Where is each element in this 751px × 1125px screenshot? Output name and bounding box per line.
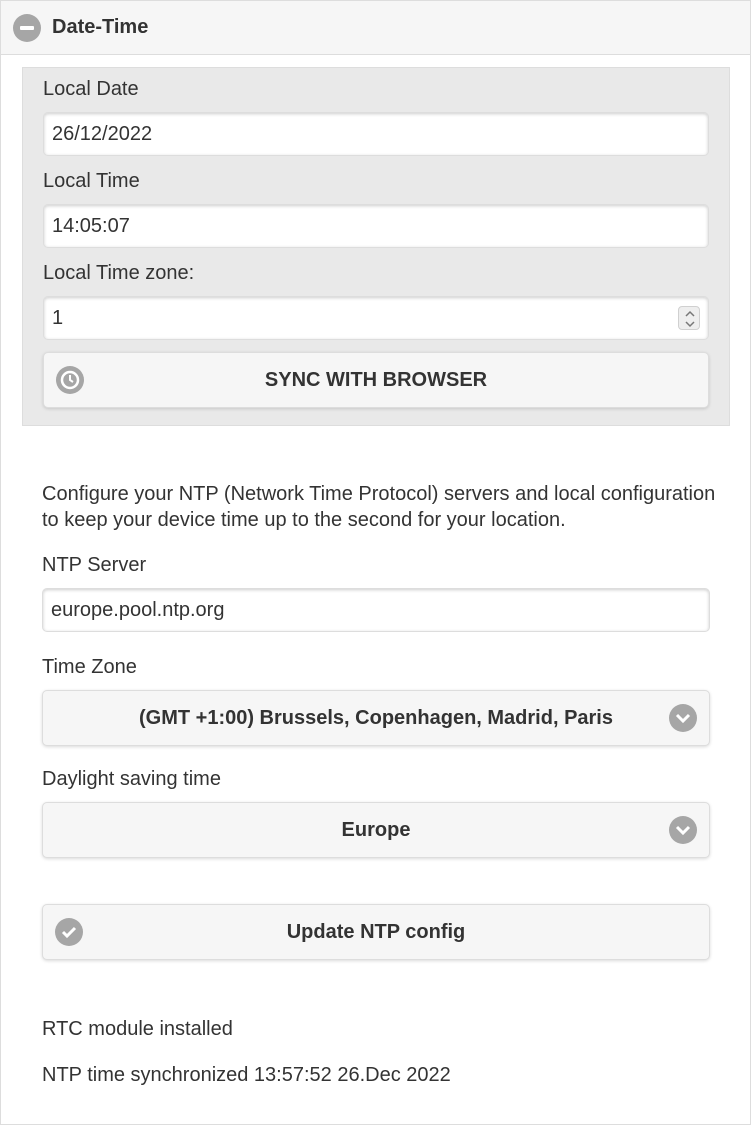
rtc-status: RTC module installed [42, 1018, 233, 1040]
minus-circle-icon[interactable] [13, 14, 41, 42]
local-date-value: 26/12/2022 [52, 122, 153, 145]
local-time-value: 14:05:07 [52, 214, 130, 237]
local-time-panel: Local Date 26/12/2022 Local Time 14:05:0… [22, 67, 730, 426]
ntp-sync-status: NTP time synchronized 13:57:52 26.Dec 20… [42, 1064, 451, 1086]
spinner-arrows-icon [685, 310, 695, 328]
local-timezone-number-field[interactable]: 1 [43, 296, 709, 340]
local-date-field[interactable]: 26/12/2022 [43, 112, 709, 156]
update-ntp-config-button[interactable]: Update NTP config [42, 904, 710, 960]
update-ntp-button-label: Update NTP config [286, 920, 466, 943]
ntp-server-field[interactable]: europe.pool.ntp.org [42, 588, 710, 632]
local-time-field[interactable]: 14:05:07 [43, 204, 709, 248]
ntp-server-value: europe.pool.ntp.org [51, 598, 225, 621]
daylight-saving-label: Daylight saving time [42, 768, 221, 790]
daylight-saving-select[interactable]: Europe [42, 802, 710, 858]
local-time-label: Local Time [43, 170, 140, 192]
time-zone-label: Time Zone [42, 656, 137, 678]
local-timezone-label: Local Time zone: [43, 262, 195, 284]
chevron-down-icon [669, 816, 697, 844]
time-zone-select[interactable]: (GMT +1:00) Brussels, Copenhagen, Madrid… [42, 690, 710, 746]
daylight-saving-selected: Europe [341, 818, 411, 841]
sync-with-browser-button[interactable]: SYNC WITH BROWSER [43, 352, 709, 408]
number-spinner[interactable] [678, 306, 700, 330]
check-circle-icon [55, 918, 83, 946]
date-time-section: Date-Time Local Date 26/12/2022 Local Ti… [0, 0, 751, 1125]
section-title: Date-Time [52, 16, 149, 38]
sync-button-label: SYNC WITH BROWSER [264, 368, 488, 391]
ntp-server-label: NTP Server [42, 554, 147, 576]
local-date-label: Local Date [43, 78, 139, 100]
chevron-down-icon [669, 704, 697, 732]
clock-icon [56, 366, 84, 394]
ntp-description: Configure your NTP (Network Time Protoco… [42, 483, 716, 531]
local-timezone-value: 1 [52, 306, 64, 329]
date-time-collapsible-header[interactable]: Date-Time [1, 1, 750, 55]
time-zone-selected: (GMT +1:00) Brussels, Copenhagen, Madrid… [138, 706, 613, 729]
